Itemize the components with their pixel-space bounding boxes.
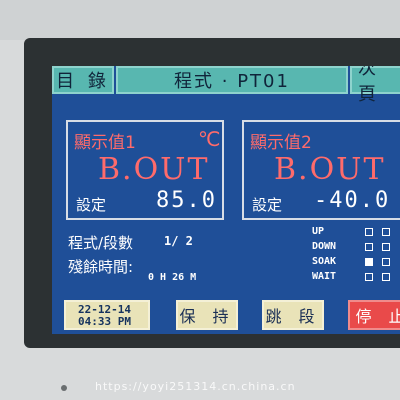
status-label-soak: SOAK — [312, 256, 337, 267]
panel-2-name: 顯示值2 — [250, 133, 312, 153]
top-bar: 目 錄 程式 · PT01 次 頁 — [52, 66, 400, 105]
panel-1-unit: ℃ — [198, 127, 221, 151]
panel-2-set-value[interactable]: -40.0 — [314, 188, 390, 213]
status-label-wait: WAIT — [312, 271, 337, 282]
remaining-time-label: 殘餘時間: — [68, 258, 134, 276]
panel-1-set-value[interactable]: 85.0 — [156, 188, 217, 213]
time-text: 04:33 PM — [78, 315, 131, 328]
display-panel-2: 顯示值2 ℃ B.OUT 設定 -40.0 — [242, 120, 400, 220]
skip-segment-button[interactable]: 跳 段 — [262, 300, 324, 330]
status-indicator — [382, 243, 390, 251]
status-indicator — [365, 273, 373, 281]
segment-label: 程式/段數 — [68, 234, 134, 252]
next-page-button[interactable]: 次 頁 — [350, 66, 400, 105]
date-time-display: 22-12-14 04:33 PM — [64, 300, 150, 330]
device-housing-top — [0, 0, 400, 40]
status-indicator — [382, 228, 390, 236]
panel-2-set-label: 設定 — [252, 196, 283, 214]
remaining-time-value: 0 H 26 M — [148, 272, 197, 283]
housing-screw — [61, 385, 67, 391]
status-indicator — [365, 228, 373, 236]
status-label-down: DOWN — [312, 241, 337, 252]
status-label-up: UP — [312, 226, 325, 237]
panel-1-value: B.OUT — [98, 152, 210, 187]
segment-value: 1/ 2 — [164, 234, 193, 248]
program-title: 程式 · PT01 — [116, 66, 348, 94]
watermark-url: https://yoyi251314.cn.china.cn — [95, 380, 296, 393]
panel-1-name: 顯示值1 — [74, 133, 136, 153]
hold-button[interactable]: 保 持 — [176, 300, 238, 330]
panel-1-set-label: 設定 — [76, 196, 107, 214]
display-panel-1: 顯示值1 ℃ B.OUT 設定 85.0 — [66, 120, 224, 220]
status-indicator-active — [365, 258, 373, 266]
status-indicator — [382, 258, 390, 266]
menu-button[interactable]: 目 錄 — [52, 66, 114, 94]
panel-2-value: B.OUT — [274, 152, 386, 187]
status-indicator — [382, 273, 390, 281]
controller-screen: 目 錄 程式 · PT01 次 頁 顯示值1 ℃ B.OUT 設定 85.0 顯… — [52, 66, 400, 334]
status-indicator — [365, 243, 373, 251]
stop-button[interactable]: 停 止 — [348, 300, 400, 330]
